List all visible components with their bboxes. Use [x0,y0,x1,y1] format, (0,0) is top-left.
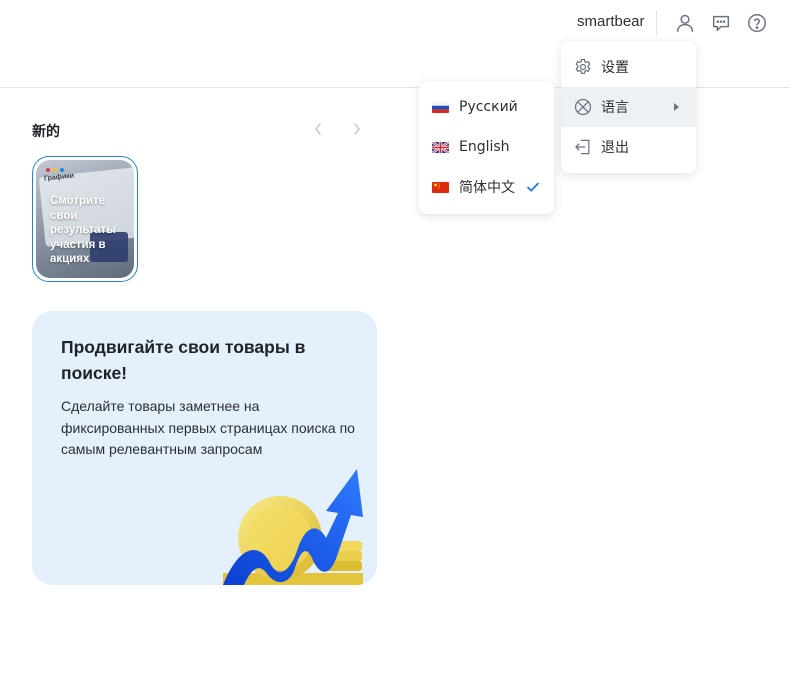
menu-item-label: 退出 [601,140,629,156]
menu-item-settings[interactable]: 设置 [561,47,696,87]
header-divider [656,10,657,36]
chat-icon[interactable] [709,11,733,35]
growth-coins-illustration [223,469,363,585]
gear-icon [572,56,594,78]
chevron-right-icon[interactable] [349,120,365,138]
user-icon[interactable] [673,11,697,35]
logout-icon [572,136,594,158]
language-submenu: Русский English 简体中文 [419,81,554,214]
language-label: 简体中文 [459,180,515,196]
story-mock-dots [46,168,64,172]
language-label: Русский [459,99,518,115]
china-flag-icon [432,181,449,193]
menu-item-logout[interactable]: 退出 [561,127,696,167]
promo-card[interactable]: Продвигайте свои товары в поиске! Сделай… [32,311,377,585]
account-menu: 设置 语言 退出 [561,41,696,173]
russia-flag-icon [432,101,449,113]
caret-right-icon [674,103,679,111]
language-option-english[interactable]: English [419,127,554,167]
uk-flag-icon [432,141,449,153]
promo-text: Сделайте товары заметнее на фиксированны… [61,398,355,457]
story-text: Смотрите свои результаты участия в акция… [50,195,116,265]
story-thumbnail: Графики Смотрите свои результаты участия… [36,160,134,278]
language-option-russian[interactable]: Русский [419,87,554,127]
help-icon[interactable] [745,11,769,35]
language-label: English [459,139,510,155]
promo-title: Продвигайте свои товары в поиске! [61,337,306,383]
menu-item-label: 语言 [601,100,629,116]
chevron-left-icon[interactable] [310,120,326,138]
section-title: 新的 [32,123,60,139]
language-option-chinese[interactable]: 简体中文 [419,167,554,207]
username[interactable]: smartbear [577,13,645,30]
menu-item-label: 设置 [601,60,629,76]
language-icon [572,96,594,118]
check-icon [527,182,539,192]
story-card[interactable]: Графики Смотрите свои результаты участия… [32,156,138,282]
menu-item-language[interactable]: 语言 [561,87,696,127]
